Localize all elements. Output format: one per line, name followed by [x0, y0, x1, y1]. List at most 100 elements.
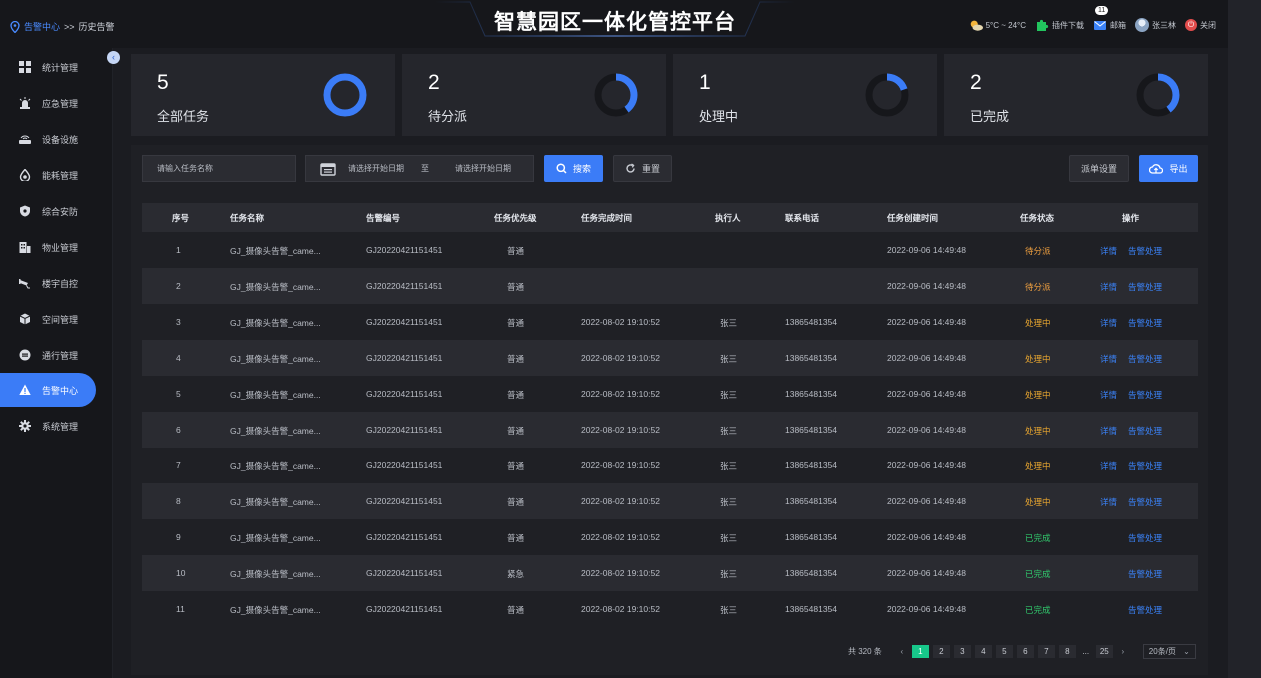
detail-link[interactable]: 详情 — [1100, 496, 1117, 508]
next-page-icon[interactable]: › — [1117, 647, 1129, 656]
detail-link[interactable]: 详情 — [1100, 317, 1117, 329]
dispatch-settings-button[interactable]: 派单设置 — [1069, 155, 1129, 182]
detail-link[interactable]: 详情 — [1100, 389, 1117, 401]
cell-task-name: GJ_摄像头告警_came... — [230, 461, 321, 472]
task-name-input[interactable] — [142, 155, 296, 182]
logout-button[interactable]: ⏻ 关闭 — [1185, 19, 1216, 31]
breadcrumb-parent[interactable]: 告警中心 — [24, 20, 60, 33]
dispatch-settings-label: 派单设置 — [1080, 164, 1117, 174]
alarm-handle-link[interactable]: 告警处理 — [1128, 496, 1162, 508]
page-button[interactable]: 1 — [911, 645, 929, 658]
sidebar-item-system[interactable]: 系统管理 — [0, 409, 96, 443]
end-date-field[interactable]: 请选择开始日期 — [455, 163, 511, 174]
cell-task-name: GJ_摄像头告警_came... — [230, 246, 321, 256]
user-menu[interactable]: 张三林 — [1135, 18, 1176, 32]
detail-link[interactable]: 详情 — [1100, 281, 1117, 293]
alarm-handle-link[interactable]: 告警处理 — [1128, 281, 1162, 293]
cell-executor: 张三 — [720, 461, 738, 472]
cell-alarm-code: GJ20220421151451 — [366, 460, 443, 471]
cell-executor: 张三 — [720, 389, 738, 400]
sidebar-item-emergency[interactable]: 应急管理 — [0, 86, 96, 120]
cell-alarm-code: GJ20220421151451 — [366, 568, 443, 579]
drop-icon — [19, 169, 31, 181]
reset-button[interactable]: 重置 — [613, 155, 672, 182]
sidebar-item-access[interactable]: 通行管理 — [0, 338, 96, 372]
cell-created-time: 2022-09-06 14:49:48 — [887, 568, 966, 579]
cell-alarm-code: GJ20220421151451 — [366, 280, 443, 291]
alarm-handle-link[interactable]: 告警处理 — [1128, 245, 1162, 257]
camera-icon — [19, 279, 30, 289]
table-row: 3 GJ_摄像头告警_came... GJ20220421151451 普通 2022-… — [142, 304, 1198, 340]
sidebar-item-property[interactable]: 物业管理 — [0, 230, 96, 264]
breadcrumb-current: 历史告警 — [78, 22, 115, 32]
alarm-handle-link[interactable]: 告警处理 — [1128, 604, 1162, 616]
cell-task-name: GJ_摄像头告警_came... — [230, 353, 321, 364]
page-button[interactable]: 6 — [1016, 645, 1034, 658]
cell-phone: 13865481354 — [785, 604, 838, 614]
sidebar-item-label: 空间管理 — [42, 314, 79, 325]
cell-executor: 张三 — [720, 533, 738, 544]
cell-status: 处理中 — [1025, 317, 1051, 328]
page-button[interactable]: 2 — [932, 645, 950, 658]
cell-priority: 普通 — [507, 533, 525, 544]
alarm-handle-link[interactable]: 告警处理 — [1128, 568, 1162, 580]
sidebar-item-statistics[interactable]: 统计管理 — [0, 50, 96, 84]
mailbox-link[interactable]: 11 邮箱 — [1093, 6, 1126, 32]
cell-no: 7 — [176, 460, 181, 471]
alarm-handle-link[interactable]: 告警处理 — [1128, 317, 1162, 329]
alarm-handle-link[interactable]: 告警处理 — [1128, 353, 1162, 365]
cell-created-time: 2022-09-06 14:49:48 — [887, 316, 966, 327]
cell-priority: 普通 — [507, 497, 525, 508]
sidebar-item-space[interactable]: 空间管理 — [0, 302, 96, 336]
page-ellipsis: ... — [1082, 647, 1090, 656]
page-button[interactable]: 25 — [1095, 645, 1113, 658]
page-button[interactable]: 3 — [953, 645, 971, 658]
prev-page-icon[interactable]: ‹ — [896, 647, 908, 656]
detail-link[interactable]: 详情 — [1100, 460, 1117, 472]
cell-phone: 13865481354 — [785, 316, 838, 327]
detail-link[interactable]: 详情 — [1100, 425, 1117, 437]
page-button[interactable]: 4 — [974, 645, 992, 658]
cell-created-time: 2022-09-06 14:49:48 — [887, 352, 966, 363]
page-size-select[interactable]: 20条/页 ⌄ — [1142, 644, 1196, 659]
page-button[interactable]: 8 — [1058, 645, 1076, 658]
progress-ring — [865, 73, 909, 117]
cell-created-time: 2022-09-06 14:49:48 — [887, 604, 966, 614]
export-button[interactable]: 导出 — [1139, 155, 1198, 182]
search-icon — [556, 163, 567, 174]
date-range-picker[interactable]: 请选择开始日期 至 请选择开始日期 — [305, 155, 534, 182]
cell-task-name: GJ_摄像头告警_came... — [230, 389, 321, 400]
detail-link[interactable]: 详情 — [1100, 245, 1117, 257]
cell-priority: 普通 — [507, 389, 525, 400]
table-row: 2 GJ_摄像头告警_came... GJ20220421151451 普通 2022-… — [142, 267, 1198, 304]
app-title: 智慧园区一体化管控平台 — [494, 11, 736, 34]
plugin-download-link[interactable]: 插件下载 — [1035, 18, 1084, 32]
right-edge-strip — [1228, 0, 1261, 678]
page-size-value: 20条/页 — [1148, 647, 1176, 656]
alarm-handle-link[interactable]: 告警处理 — [1128, 532, 1162, 544]
refresh-icon — [626, 163, 635, 173]
col-header-phone: 联系电话 — [785, 213, 820, 223]
cell-finish-time: 2022-08-02 19:10:52 — [581, 460, 660, 471]
sidebar-item-security[interactable]: 综合安防 — [0, 194, 96, 228]
stat-label: 已完成 — [970, 109, 1010, 124]
alarm-handle-link[interactable]: 告警处理 — [1128, 460, 1162, 472]
cell-finish-time: 2022-08-02 19:10:52 — [581, 388, 660, 399]
search-button[interactable]: 搜索 — [544, 155, 603, 182]
cell-alarm-code: GJ20220421151451 — [366, 245, 443, 255]
alarm-handle-link[interactable]: 告警处理 — [1128, 425, 1162, 437]
cell-status: 处理中 — [1025, 425, 1051, 436]
sidebar-item-alarm-center[interactable]: 告警中心 — [0, 373, 96, 407]
start-date-field[interactable]: 请选择开始日期 — [348, 163, 404, 174]
page-button[interactable]: 7 — [1037, 645, 1055, 658]
breadcrumb-separator: >> — [64, 21, 75, 32]
sidebar-item-building-automation[interactable]: 楼宇自控 — [0, 266, 96, 300]
alarm-handle-link[interactable]: 告警处理 — [1128, 389, 1162, 401]
progress-ring — [594, 73, 638, 117]
page-button[interactable]: 5 — [995, 645, 1013, 658]
sidebar-item-energy[interactable]: 能耗管理 — [0, 158, 96, 192]
sidebar-item-equipment[interactable]: 设备设施 — [0, 122, 96, 156]
sidebar-collapse-button[interactable]: ‹ — [107, 51, 120, 64]
detail-link[interactable]: 详情 — [1100, 353, 1117, 365]
sidebar-item-label: 能耗管理 — [42, 170, 79, 181]
